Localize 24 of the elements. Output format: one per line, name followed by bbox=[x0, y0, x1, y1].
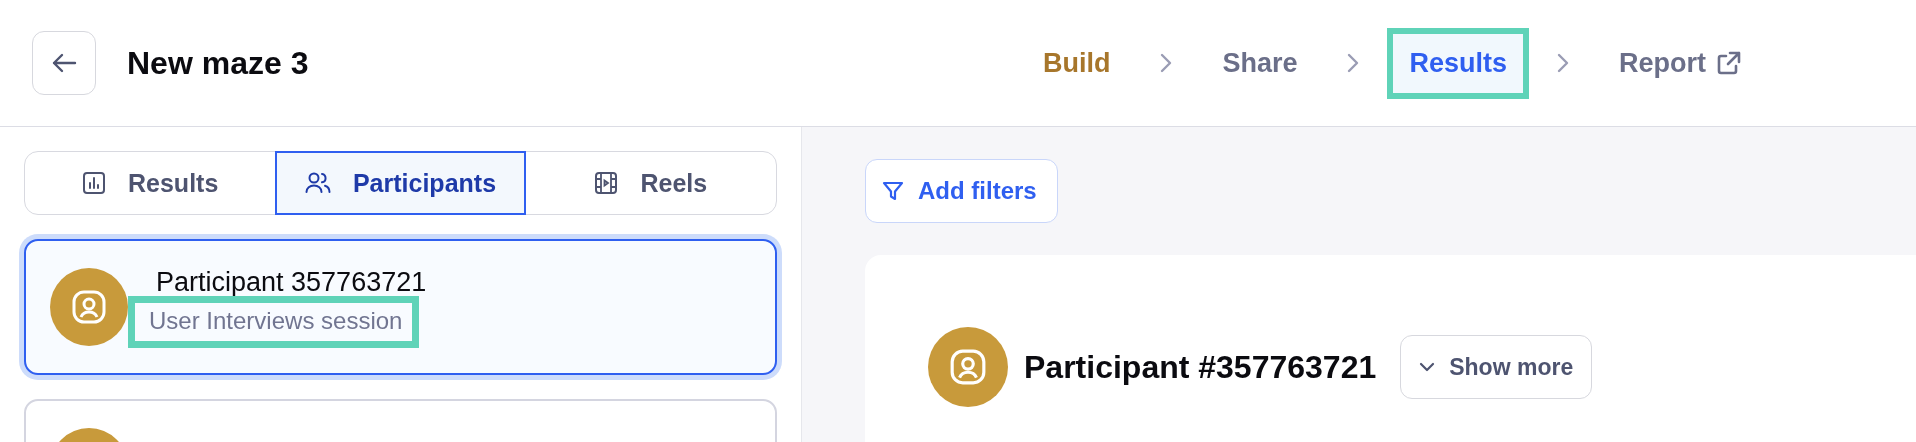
page-title: New maze 3 bbox=[127, 44, 309, 82]
film-icon bbox=[594, 171, 619, 195]
show-more-button[interactable]: Show more bbox=[1400, 335, 1593, 399]
sidebar-tab[interactable]: Participants bbox=[275, 151, 526, 215]
bar-chart-icon bbox=[82, 171, 106, 195]
users-icon bbox=[304, 172, 331, 194]
back-arrow-icon bbox=[51, 53, 77, 73]
sidebar-tab[interactable]: Reels bbox=[525, 151, 776, 215]
filter-icon bbox=[882, 180, 904, 202]
step-tab[interactable]: Share bbox=[1200, 27, 1320, 99]
chevron-down-icon bbox=[1419, 362, 1436, 372]
sidebar-tab[interactable]: Results bbox=[25, 151, 276, 215]
step-tab[interactable]: Report bbox=[1597, 27, 1764, 99]
participant-title: Participant #357763721 bbox=[1024, 348, 1377, 386]
step-tab[interactable]: Results bbox=[1387, 27, 1529, 99]
chevron-right-icon bbox=[1557, 53, 1569, 73]
step-tab[interactable]: Build bbox=[1020, 27, 1133, 99]
chevron-right-icon bbox=[1347, 53, 1360, 73]
session-label: User Interviews session bbox=[148, 306, 403, 334]
add-filters-button[interactable]: Add filters bbox=[865, 159, 1058, 223]
external-link-icon bbox=[1716, 50, 1742, 76]
participant-name: Participant 357763721 bbox=[155, 266, 427, 298]
chevron-right-icon bbox=[1160, 53, 1173, 73]
back-button[interactable] bbox=[32, 31, 96, 95]
